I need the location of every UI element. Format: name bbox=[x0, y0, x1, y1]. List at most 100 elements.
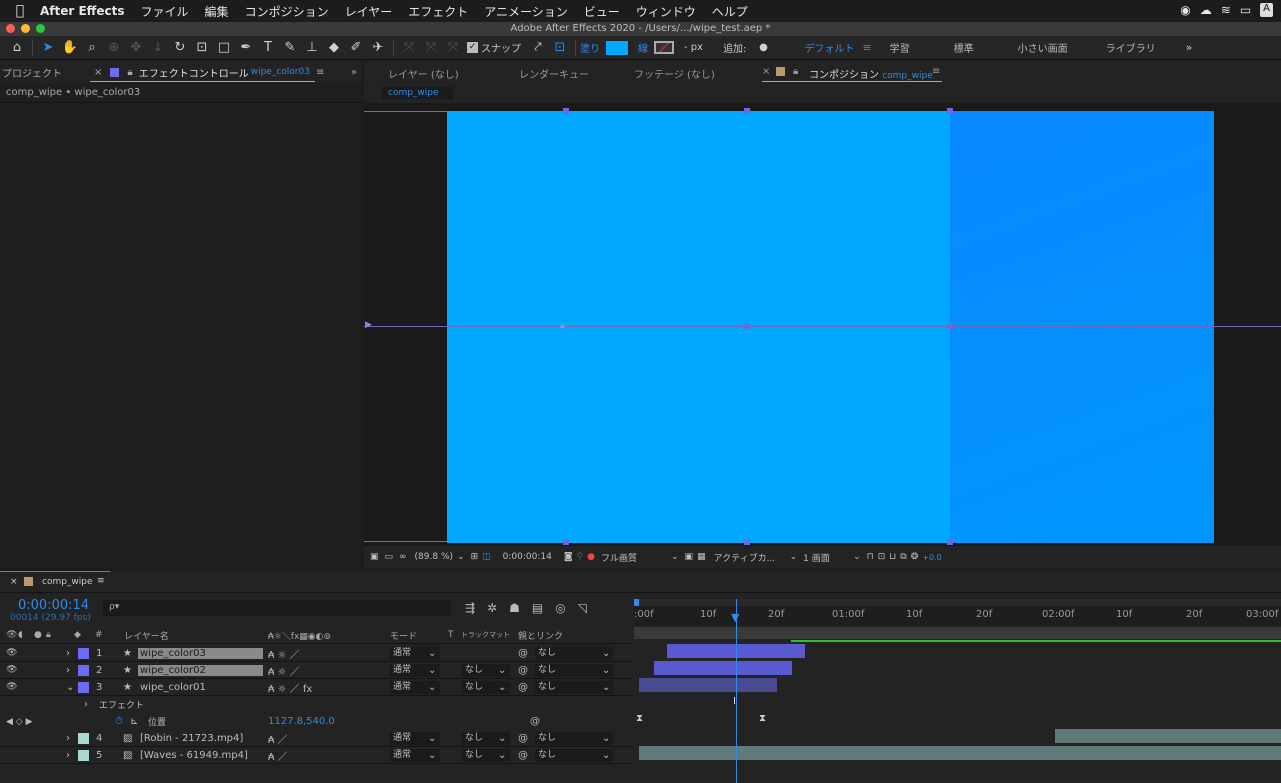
zoom-tool-icon[interactable]: ⌕ bbox=[81, 40, 103, 55]
anchor-point-icon[interactable]: ⌖ bbox=[559, 319, 566, 334]
label-icon[interactable]: ◆ bbox=[74, 630, 81, 640]
composition-mini-flowchart-icon[interactable]: ⇶ bbox=[465, 601, 475, 615]
layer-name[interactable]: wipe_color01 bbox=[138, 682, 263, 693]
pan-camera-icon[interactable]: ✥ bbox=[125, 40, 147, 55]
layer-row[interactable]: 👁︎ ⌄ 3 ★ wipe_color01 ₳ ☼ ／ fx 通常 ⌄ なし ⌄ @ なし ⌄ bbox=[0, 679, 632, 696]
input-source-icon[interactable]: A bbox=[1260, 3, 1273, 17]
keyframe-end-icon[interactable]: ⧗ bbox=[759, 713, 766, 724]
lock-icon[interactable]: 🔒︎ bbox=[127, 67, 132, 78]
chevron-down-icon[interactable]: ⌄ bbox=[428, 733, 436, 744]
layer-bar-4[interactable] bbox=[1055, 729, 1281, 743]
chevron-down-icon[interactable]: ⌄ bbox=[602, 648, 610, 659]
flowchart-icon[interactable]: ⧉ bbox=[900, 552, 906, 562]
workspace-more-icon[interactable]: » bbox=[1186, 41, 1193, 54]
vr-icon[interactable]: ∞ bbox=[399, 552, 407, 562]
handle[interactable] bbox=[563, 539, 569, 545]
selection-tool-icon[interactable]: ➤ bbox=[37, 40, 59, 55]
layer-name-column[interactable]: レイヤー名 bbox=[124, 629, 169, 642]
record-icon[interactable]: ◉ bbox=[1180, 3, 1190, 17]
timeline-icon[interactable]: ⊔ bbox=[889, 552, 896, 562]
battery-icon[interactable]: ▭ bbox=[1240, 3, 1251, 17]
tab-footage-viewer[interactable]: フッテージ (なし) bbox=[634, 66, 715, 81]
composition-viewer[interactable]: ⌖ ▶ bbox=[364, 103, 1281, 546]
world-axis-icon[interactable]: ⤧ bbox=[420, 40, 442, 55]
hand-tool-icon[interactable]: ✋ bbox=[59, 40, 81, 55]
chevron-down-icon[interactable]: ⌄ bbox=[602, 682, 610, 693]
work-area-start-icon[interactable] bbox=[634, 599, 639, 606]
playhead-handle-icon[interactable]: ▼ bbox=[731, 611, 739, 624]
type-tool-icon[interactable]: T bbox=[257, 40, 279, 55]
solo-icon[interactable]: ● bbox=[34, 630, 42, 640]
menu-help[interactable]: ヘルプ bbox=[712, 3, 748, 20]
fill-swatch[interactable] bbox=[606, 40, 628, 55]
app-menu[interactable]: After Effects bbox=[40, 4, 125, 18]
visibility-icon[interactable]: 👁︎ bbox=[6, 682, 17, 692]
chevron-down-icon[interactable]: ⌄ bbox=[790, 552, 798, 562]
menu-animation[interactable]: アニメーション bbox=[484, 3, 568, 20]
view-axis-icon[interactable]: ⤧ bbox=[442, 40, 464, 55]
title-safe-icon[interactable]: ⊞ bbox=[471, 552, 479, 562]
expand-arrow-icon[interactable]: ⌄ bbox=[66, 682, 74, 693]
apple-icon[interactable]:  bbox=[0, 3, 40, 19]
pick-whip-icon[interactable]: @ bbox=[518, 648, 528, 659]
viewer-timecode[interactable]: 0:00:00:14 bbox=[503, 552, 552, 562]
home-icon[interactable]: ⌂ bbox=[6, 40, 28, 55]
work-area-bar[interactable] bbox=[634, 627, 1281, 639]
chevron-down-icon[interactable]: ⌄ bbox=[428, 682, 436, 693]
handle[interactable] bbox=[947, 539, 953, 545]
draft-3d-icon[interactable]: ✲ bbox=[487, 601, 497, 615]
graph-icon[interactable]: ⊾ bbox=[130, 716, 138, 727]
expand-arrow-icon[interactable]: › bbox=[84, 699, 88, 710]
chevron-down-icon[interactable]: ⌄ bbox=[457, 552, 465, 562]
playhead[interactable] bbox=[736, 599, 737, 783]
position-property-row[interactable]: ◀ ◇ ▶ ⏱ ⊾ 位置 1127.8,540.0 @ bbox=[0, 713, 632, 730]
exposure-value[interactable]: +0.0 bbox=[922, 553, 941, 562]
label-color-swatch[interactable] bbox=[78, 682, 89, 693]
close-tab-icon[interactable]: × bbox=[762, 66, 770, 77]
handle[interactable] bbox=[563, 108, 569, 114]
layer-switches[interactable]: ₳ ☼ ／ bbox=[268, 663, 300, 678]
camera-select[interactable]: アクティブカ... bbox=[714, 551, 790, 564]
expand-arrow-icon[interactable]: › bbox=[66, 750, 70, 761]
menu-view[interactable]: ビュー bbox=[584, 3, 620, 20]
panel-menu-icon[interactable]: ≡ bbox=[316, 67, 324, 78]
chevron-down-icon[interactable]: ⌄ bbox=[602, 750, 610, 761]
visibility-icon[interactable]: 👁︎ bbox=[6, 648, 17, 658]
audio-icon[interactable]: ◖ bbox=[18, 630, 23, 640]
channel-icon[interactable]: ● bbox=[587, 552, 595, 562]
expand-arrow-icon[interactable]: › bbox=[66, 648, 70, 659]
resolution-select[interactable]: フル画質 bbox=[601, 551, 671, 564]
comp-subtab[interactable]: comp_wipe bbox=[382, 87, 454, 99]
chevron-down-icon[interactable]: ⌄ bbox=[498, 750, 506, 761]
mask-visibility-icon[interactable]: ◫ bbox=[482, 552, 491, 562]
handle[interactable] bbox=[744, 323, 750, 329]
chevron-down-icon[interactable]: ⌄ bbox=[498, 665, 506, 676]
chevron-down-icon[interactable]: ⌄ bbox=[602, 665, 610, 676]
close-tab-icon[interactable]: × bbox=[94, 67, 102, 78]
chevron-down-icon[interactable]: ⌄ bbox=[498, 682, 506, 693]
layer-row[interactable]: › 4 ▨ [Robin - 21723.mp4] ₳ ／通常 ⌄ なし ⌄ @ なし ⌄ bbox=[0, 730, 632, 747]
pick-whip-icon[interactable]: @ bbox=[530, 716, 540, 727]
label-color-swatch[interactable] bbox=[78, 733, 89, 744]
keyframe-start-icon[interactable]: ⧗ bbox=[636, 713, 643, 724]
panel-expand-icon[interactable]: » bbox=[351, 67, 357, 78]
layer-bar-3[interactable] bbox=[639, 678, 777, 692]
toggle-pixel-aspect-icon[interactable]: ⊓ bbox=[867, 552, 874, 562]
tab-layer-viewer[interactable]: レイヤー (なし) bbox=[388, 66, 459, 81]
label-color-swatch[interactable] bbox=[78, 648, 89, 659]
panel-menu-icon[interactable]: ≡ bbox=[932, 66, 940, 77]
layer-switches[interactable]: ₳ ／ bbox=[268, 748, 288, 763]
minimize-window-icon[interactable] bbox=[21, 24, 30, 33]
workspace-menu-icon[interactable]: ≡ bbox=[862, 41, 871, 54]
visibility-icon[interactable]: 👁︎ bbox=[6, 630, 17, 640]
layer-name[interactable]: [Waves - 61949.mp4] bbox=[138, 750, 263, 761]
pick-whip-icon[interactable]: @ bbox=[518, 750, 528, 761]
close-tab-icon[interactable]: × bbox=[10, 577, 18, 587]
rectangle-tool-icon[interactable]: □ bbox=[213, 40, 235, 55]
menu-composition[interactable]: コンポジション bbox=[245, 3, 329, 20]
parent-column[interactable]: 親とリンク bbox=[518, 629, 563, 642]
workspace-learn[interactable]: 学習 bbox=[890, 40, 910, 55]
zoom-window-icon[interactable] bbox=[36, 24, 45, 33]
tab-effect-controls[interactable]: エフェクトコントロール bbox=[139, 65, 249, 80]
label-color-swatch[interactable] bbox=[78, 665, 89, 676]
